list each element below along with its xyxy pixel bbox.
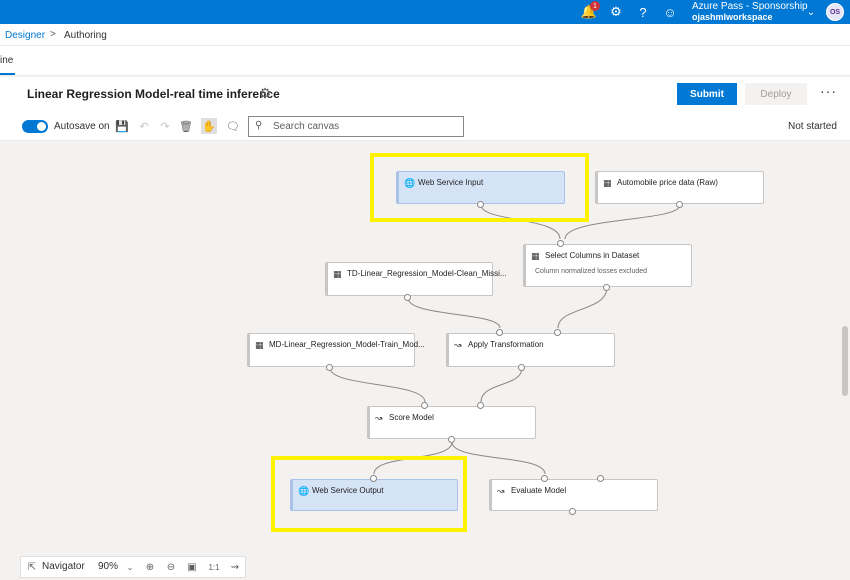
- more-options-icon[interactable]: ···: [820, 83, 837, 99]
- output-port[interactable]: [326, 364, 333, 371]
- output-port[interactable]: [448, 436, 455, 443]
- node-label: Select Columns in Dataset: [545, 251, 640, 260]
- highlight-web-service-input: [370, 153, 589, 222]
- output-port[interactable]: [676, 201, 683, 208]
- search-icon: ⚲: [255, 120, 263, 131]
- node-label: Score Model: [389, 413, 434, 422]
- settings-gear-icon[interactable]: ⚙: [257, 85, 273, 101]
- canvas-toolbar: Autosave on 💾 ↶ ↷ 🗑 ✋ 🗨 ⚲ Not started: [0, 111, 850, 141]
- node-automobile-price-data[interactable]: ▦ Automobile price data (Raw): [595, 171, 764, 204]
- input-port[interactable]: [554, 329, 561, 336]
- output-port[interactable]: [404, 294, 411, 301]
- auto-layout-icon[interactable]: ⇝: [228, 560, 242, 574]
- zoom-level[interactable]: 90%: [98, 561, 118, 572]
- chart-icon: ↝: [375, 413, 383, 423]
- breadcrumb-designer[interactable]: Designer: [5, 30, 45, 41]
- node-label: Apply Transformation: [468, 340, 544, 349]
- input-port[interactable]: [541, 475, 548, 482]
- tab-underline: [0, 73, 15, 75]
- input-port[interactable]: [557, 240, 564, 247]
- node-td-clean-missing[interactable]: ▦ TD-Linear_Regression_Model-Clean_Missi…: [325, 262, 507, 296]
- undo-icon[interactable]: ↶: [136, 118, 152, 134]
- breadcrumb: Designer > Authoring: [0, 24, 850, 46]
- actual-size-icon[interactable]: 1:1: [207, 560, 221, 574]
- output-port[interactable]: [569, 508, 576, 515]
- delete-icon[interactable]: 🗑: [178, 118, 194, 134]
- autosave-label: Autosave on: [54, 121, 110, 132]
- redo-icon[interactable]: ↷: [157, 118, 173, 134]
- node-apply-transformation[interactable]: ↝ Apply Transformation: [446, 333, 615, 367]
- dataset-icon: ▦: [333, 269, 342, 279]
- edge-td-apply: [407, 297, 501, 329]
- tab-row: ine: [0, 46, 850, 76]
- avatar[interactable]: OS: [826, 3, 844, 21]
- input-port[interactable]: [477, 402, 484, 409]
- node-label: TD-Linear_Regression_Model-Clean_Missi..…: [347, 269, 507, 278]
- input-port[interactable]: [421, 402, 428, 409]
- zoom-out-icon[interactable]: ⊖: [164, 560, 178, 574]
- navigator-label[interactable]: Navigator: [42, 561, 85, 572]
- edge-apply-score: [480, 367, 523, 403]
- breadcrumb-authoring: Authoring: [64, 30, 107, 41]
- navigator-bar: ⇱ Navigator 90% ⌄ ⊕ ⊖ ▣ 1:1 ⇝: [20, 556, 246, 578]
- help-icon[interactable]: ?: [634, 3, 652, 21]
- node-label: MD-Linear_Regression_Model-Train_Mod...: [269, 340, 425, 349]
- search-input[interactable]: [273, 119, 458, 134]
- run-status: Not started: [788, 121, 837, 132]
- pipeline-canvas[interactable]: 🌐 Web Service Input ▦ Automobile price d…: [0, 142, 850, 580]
- bell-icon[interactable]: 🔔 1: [580, 1, 600, 21]
- hand-pan-icon[interactable]: ✋: [201, 118, 217, 134]
- chevron-down-icon[interactable]: ⌄: [123, 560, 137, 574]
- chart-icon: ↝: [497, 486, 505, 496]
- chevron-right-icon: >: [50, 29, 56, 40]
- edge-select-apply: [557, 286, 608, 329]
- node-select-columns[interactable]: ▦ Select Columns in Dataset Column norma…: [523, 244, 692, 287]
- highlight-web-service-output: [271, 456, 467, 532]
- workspace-name: ojashmlworkspace: [692, 12, 773, 22]
- autosave-toggle[interactable]: [22, 120, 48, 133]
- node-score-model[interactable]: ↝ Score Model: [367, 406, 536, 439]
- page-title: Linear Regression Model-real time infere…: [27, 87, 280, 101]
- account-name: Azure Pass - Sponsorship: [692, 1, 808, 12]
- deploy-button[interactable]: Deploy: [745, 83, 807, 105]
- input-port[interactable]: [496, 329, 503, 336]
- account-info[interactable]: Azure Pass - Sponsorship ojashmlworkspac…: [692, 1, 808, 23]
- input-port[interactable]: [597, 475, 604, 482]
- output-port[interactable]: [518, 364, 525, 371]
- node-label: Evaluate Model: [511, 486, 567, 495]
- tab-pipeline[interactable]: ine: [0, 55, 13, 66]
- node-evaluate-model[interactable]: ↝ Evaluate Model: [489, 479, 658, 511]
- search-box: ⚲: [248, 116, 464, 137]
- output-port[interactable]: [603, 284, 610, 291]
- pipeline-header: Linear Regression Model-real time infere…: [0, 77, 850, 111]
- chart-icon: ↝: [454, 340, 462, 350]
- gear-icon[interactable]: ⚙: [607, 3, 625, 21]
- node-md-train-model[interactable]: ▦ MD-Linear_Regression_Model-Train_Mod..…: [247, 333, 425, 367]
- save-icon[interactable]: 💾: [114, 118, 130, 134]
- vertical-scrollbar[interactable]: [842, 326, 848, 396]
- smiley-icon[interactable]: ☺: [661, 3, 679, 21]
- select-columns-icon: ▦: [531, 251, 540, 261]
- dataset-icon: ▦: [603, 178, 612, 188]
- chevron-down-icon[interactable]: ⌄: [802, 3, 820, 21]
- edge-md-score: [329, 367, 426, 403]
- fit-to-screen-icon[interactable]: ▣: [185, 560, 199, 574]
- comment-icon[interactable]: 🗨: [225, 118, 241, 134]
- node-label: Automobile price data (Raw): [617, 178, 718, 187]
- notification-badge: 1: [590, 1, 600, 11]
- navigator-icon[interactable]: ⇱: [25, 560, 39, 574]
- node-sublabel: Column normalized losses excluded: [535, 268, 648, 275]
- top-bar: 🔔 1 ⚙ ? ☺ Azure Pass - Sponsorship ojashm…: [0, 0, 850, 24]
- submit-button[interactable]: Submit: [677, 83, 737, 105]
- dataset-icon: ▦: [255, 340, 264, 350]
- zoom-in-icon[interactable]: ⊕: [143, 560, 157, 574]
